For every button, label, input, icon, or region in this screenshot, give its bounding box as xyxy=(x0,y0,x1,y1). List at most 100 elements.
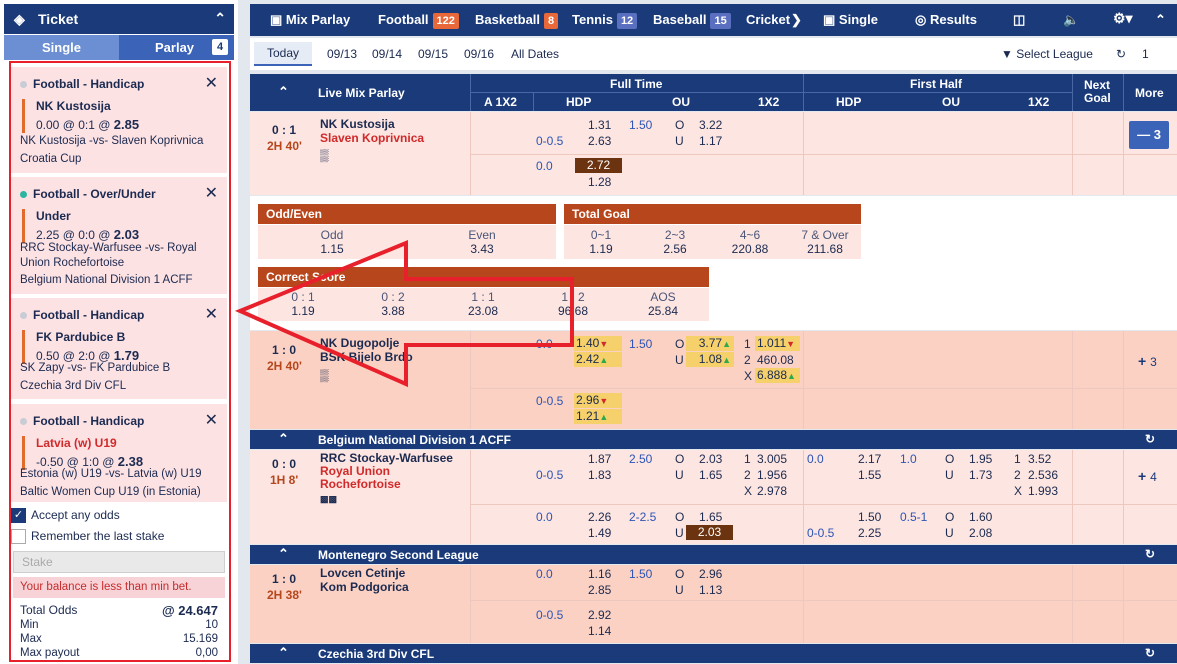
mute-icon[interactable]: 🔈 xyxy=(1063,12,1079,28)
tab-single[interactable]: Single xyxy=(4,35,119,60)
even-value[interactable]: 3.43 xyxy=(442,242,522,256)
odd-cell[interactable]: 2.92 xyxy=(588,608,611,622)
single-label: Single xyxy=(838,12,878,27)
odd-cell[interactable]: 2.536 xyxy=(1028,468,1058,482)
stats-icon[interactable]: ▒ xyxy=(320,148,329,162)
odd-cell[interactable]: 1.55 xyxy=(858,468,881,482)
odd-cell[interactable]: 1.16 xyxy=(588,567,611,581)
match-row: 0 : 1 2H 40' NK Kustosija Slaven Koprivn… xyxy=(250,112,1177,195)
refresh-icon[interactable]: ↻ xyxy=(1145,646,1155,660)
sport-tab-cricket[interactable]: Cricket xyxy=(746,12,790,27)
date-0916[interactable]: 09/16 xyxy=(464,47,494,61)
odd-cell[interactable]: 1.17 xyxy=(699,134,722,148)
tg-value[interactable]: 211.68 xyxy=(789,242,861,256)
collapse-all-icon[interactable]: ⌃ xyxy=(278,84,289,100)
odd-value[interactable]: 1.15 xyxy=(292,242,372,256)
cs-value[interactable]: 23.08 xyxy=(443,304,523,318)
odd-cell[interactable]: 2.85 xyxy=(588,583,611,597)
odd-cell[interactable]: 2.42▲ xyxy=(574,352,622,367)
odd-cell[interactable]: 1.13 xyxy=(699,583,722,597)
odd-cell[interactable]: 1.65 xyxy=(699,468,722,482)
sport-tab-basketball[interactable]: Basketball 8 xyxy=(475,12,559,29)
fh-ou-line: 1.0 xyxy=(900,452,917,466)
odd-cell[interactable]: 3.52 xyxy=(1028,452,1051,466)
odd-cell[interactable]: 3.005 xyxy=(757,452,787,466)
odd-cell[interactable]: 1.73 xyxy=(969,468,992,482)
cs-value[interactable]: 25.84 xyxy=(623,304,703,318)
odd-cell[interactable]: 2.63 xyxy=(588,134,611,148)
more-markets-button[interactable]: + 4 xyxy=(1138,468,1157,484)
collapse-icon[interactable]: ⌃ xyxy=(278,546,289,562)
odd-cell[interactable]: 1.28 xyxy=(588,175,611,189)
date-all[interactable]: All Dates xyxy=(511,47,559,61)
stats-icon[interactable]: ▩▩ xyxy=(320,494,337,505)
odd-cell[interactable]: 2.96▼ xyxy=(574,393,622,408)
odd-cell[interactable]: 1.50 xyxy=(858,510,881,524)
collapse-icon[interactable]: ⌃ xyxy=(1155,12,1166,28)
odd-cell[interactable]: 2.26 xyxy=(588,510,611,524)
odd-cell[interactable]: 1.08▲ xyxy=(686,352,734,367)
refresh-icon[interactable]: ↻ xyxy=(1145,432,1155,446)
date-today[interactable]: Today xyxy=(254,42,312,66)
sport-tab-baseball[interactable]: Baseball 15 xyxy=(653,12,731,29)
odd-cell[interactable]: 1.95 xyxy=(969,452,992,466)
odd-cell[interactable]: 2.978 xyxy=(757,484,787,498)
more-markets-button[interactable]: — 3 xyxy=(1129,121,1169,149)
odd-cell[interactable]: 6.888▲ xyxy=(755,368,800,383)
odd-cell[interactable]: 1.21▲ xyxy=(574,409,622,424)
collapse-icon[interactable]: ⌃ xyxy=(278,645,289,661)
odd-cell[interactable]: 1.83 xyxy=(588,468,611,482)
tv-icon[interactable]: ◫ xyxy=(1013,12,1025,28)
date-0915[interactable]: 09/15 xyxy=(418,47,448,61)
cs-value[interactable]: 3.88 xyxy=(353,304,433,318)
mix-parlay-tab[interactable]: ▣ Mix Parlay xyxy=(270,12,350,28)
odd-cell[interactable]: 2.96 xyxy=(699,567,722,581)
tg-value[interactable]: 2.56 xyxy=(640,242,710,256)
collapse-icon[interactable]: ⌃ xyxy=(214,10,226,27)
date-0914[interactable]: 09/14 xyxy=(372,47,402,61)
league-header[interactable]: ⌃ Montenegro Second League ↻ xyxy=(250,545,1177,564)
odd-cell[interactable]: 1.65 xyxy=(699,510,722,524)
odd-cell[interactable]: 1.956 xyxy=(757,468,787,482)
odd-cell[interactable]: 1.40▼ xyxy=(574,336,622,351)
selected-odd-cell[interactable]: 2.03 xyxy=(686,525,733,540)
date-0913[interactable]: 09/13 xyxy=(327,47,357,61)
odd-cell[interactable]: 1.31 xyxy=(588,118,611,132)
more-markets-button[interactable]: + 3 xyxy=(1138,353,1157,369)
league-header[interactable]: ⌃ Czechia 3rd Div CFL ↻ xyxy=(250,644,1177,663)
odd-cell[interactable]: 1.87 xyxy=(588,452,611,466)
odd-cell[interactable]: 2.17 xyxy=(858,452,881,466)
collapse-icon[interactable]: ⌃ xyxy=(278,431,289,447)
odd-cell[interactable]: 2.03 xyxy=(699,452,722,466)
tg-value[interactable]: 1.19 xyxy=(566,242,636,256)
odd-cell[interactable]: 3.22 xyxy=(699,118,722,132)
scroll-right-chevron-icon[interactable]: ❯ xyxy=(791,12,802,28)
select-league[interactable]: ▼ Select League xyxy=(1001,47,1093,61)
league-header[interactable]: ⌃ Belgium National Division 1 ACFF ↻ xyxy=(250,430,1177,449)
odd-cell[interactable]: 1.49 xyxy=(588,526,611,540)
tab-parlay[interactable]: Parlay 4 xyxy=(119,35,234,60)
odd-cell[interactable]: 1.993 xyxy=(1028,484,1058,498)
settings-gear-icon[interactable]: ⚙▾ xyxy=(1113,10,1133,27)
selected-odd-cell[interactable]: 2.72 xyxy=(575,158,622,173)
sport-tab-tennis[interactable]: Tennis 12 xyxy=(572,12,638,29)
single-tab[interactable]: ▣ Single xyxy=(823,12,878,28)
ticket-header[interactable]: ◈ Ticket ⌃ xyxy=(4,4,234,34)
refresh-icon[interactable]: ↻ xyxy=(1116,47,1126,61)
sport-tab-football[interactable]: Football 122 xyxy=(378,12,459,29)
tg-value[interactable]: 220.88 xyxy=(714,242,786,256)
stats-icon[interactable]: ▒ xyxy=(320,368,329,382)
cs-value[interactable]: 1.19 xyxy=(263,304,343,318)
hdp-header: HDP xyxy=(566,95,592,109)
refresh-icon[interactable]: ↻ xyxy=(1145,547,1155,561)
odd-cell[interactable]: 3.77▲ xyxy=(686,336,734,351)
results-tab[interactable]: ◎ Results xyxy=(915,12,977,28)
cs-value[interactable]: 96.68 xyxy=(533,304,613,318)
odd-cell[interactable]: 1.60 xyxy=(969,510,992,524)
odd-cell[interactable]: 1.011▼ xyxy=(755,336,800,351)
odd-cell[interactable]: 2.25 xyxy=(858,526,881,540)
odd-cell[interactable]: 460.08 xyxy=(757,353,794,367)
odd-cell[interactable]: 2.08 xyxy=(969,526,992,540)
odd-cell[interactable]: 1.14 xyxy=(588,624,611,638)
hdp-line: 0-0.5 xyxy=(536,394,564,408)
